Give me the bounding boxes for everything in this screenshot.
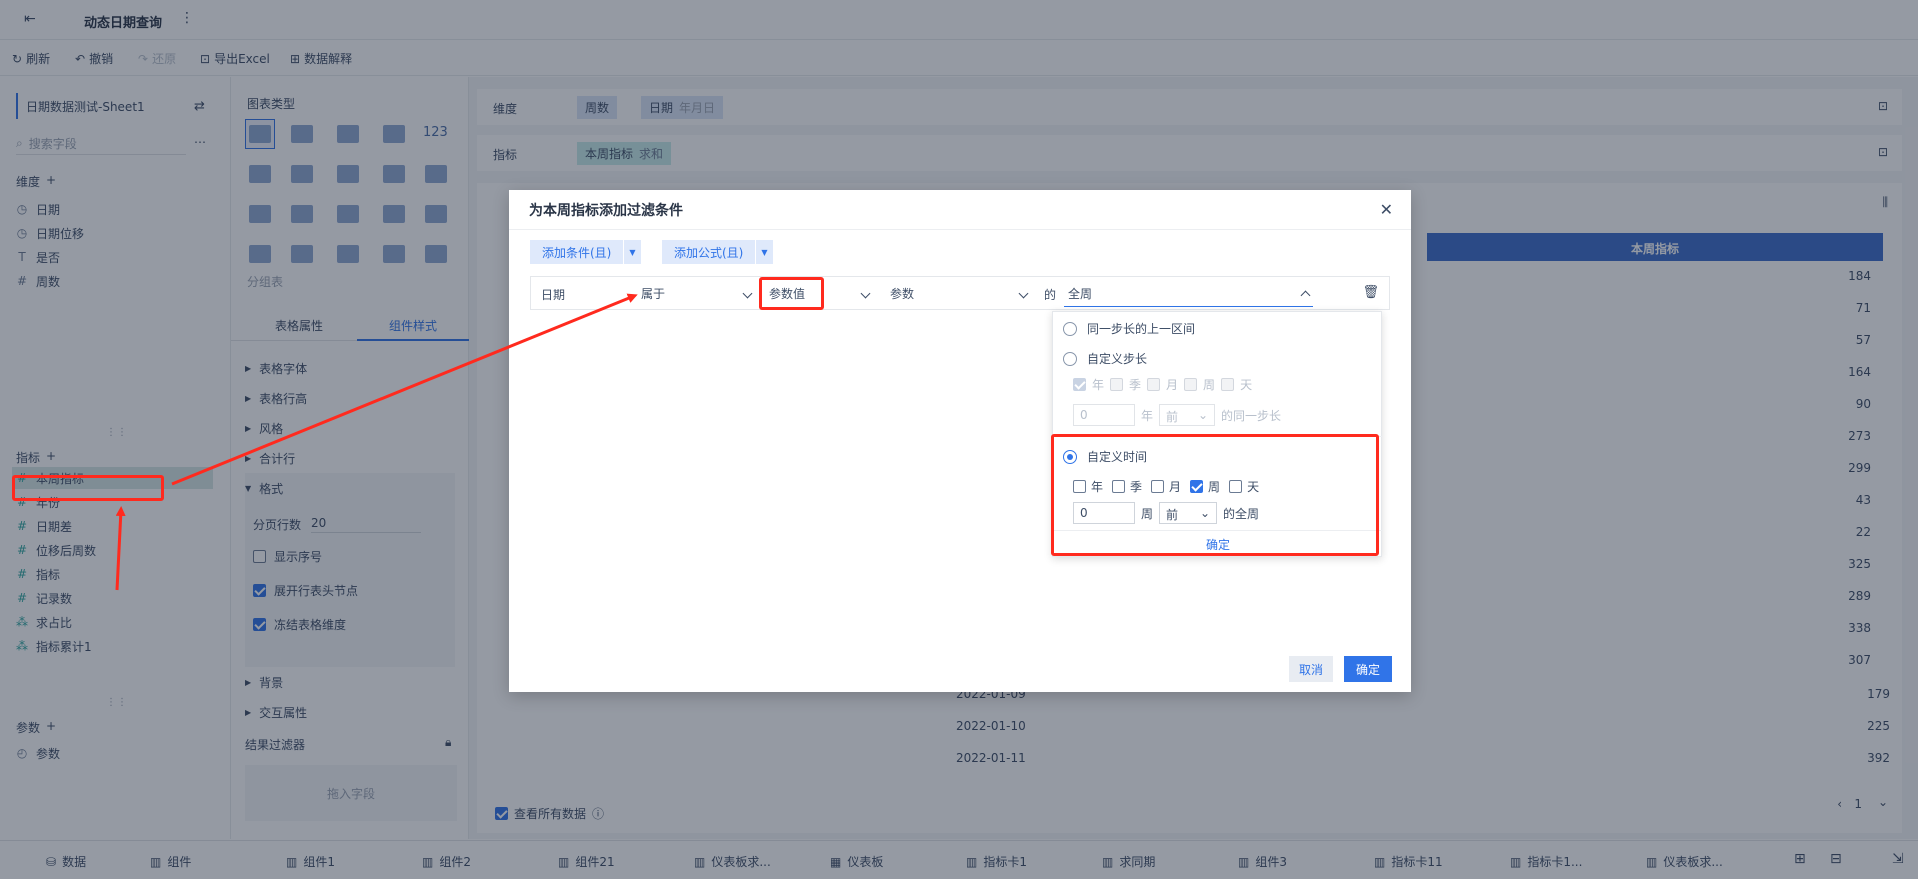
- annotation-arrows: [115, 293, 638, 591]
- arrow-to-measure: [115, 506, 126, 591]
- arrow-to-operator: [171, 293, 638, 486]
